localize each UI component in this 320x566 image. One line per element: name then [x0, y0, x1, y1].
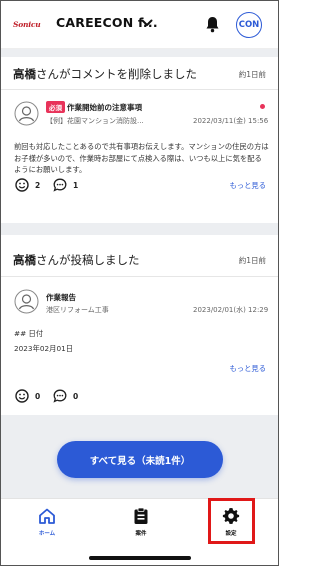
user-icon [14, 101, 39, 126]
comment-count: 1 [73, 180, 79, 190]
unread-dot [260, 104, 265, 109]
comment-icon [53, 389, 67, 403]
nav-cases-label: 案件 [135, 531, 147, 537]
clipboard-icon [134, 507, 148, 524]
home-icon [39, 508, 55, 524]
nav-home-label: ホーム [38, 531, 56, 537]
post-project: 【例】花園マンション消防設... [46, 117, 144, 125]
reaction-button[interactable]: 2 [15, 178, 40, 192]
reaction-count: 2 [35, 180, 41, 190]
actor-name: 高橋 [13, 253, 36, 267]
required-badge: 必須 [46, 101, 65, 113]
nav-home[interactable]: ホーム [17, 507, 77, 537]
feed-card[interactable]: 高橋さんが投稿しました 約1日前 作業報告 港区リフォーム工事 2023/02/… [1, 235, 278, 415]
brand-logo: Sonicu [13, 19, 41, 29]
home-indicator [89, 556, 191, 560]
comment-button[interactable]: 1 [53, 178, 78, 192]
nav-cases[interactable]: 案件 [111, 507, 171, 537]
read-more-link[interactable]: もっと見る [230, 364, 266, 374]
card-headline: 高橋さんが投稿しました [13, 252, 140, 268]
time-ago: 約1日前 [238, 256, 266, 265]
smile-icon [15, 178, 29, 192]
card-headline: 高橋さんがコメントを削除しました [13, 66, 197, 82]
view-all-button[interactable]: すべて見る（未読1件） [57, 441, 223, 478]
post-project: 港区リフォーム工事 [46, 306, 109, 314]
time-ago: 約1日前 [238, 70, 266, 79]
actor-name: 高橋 [13, 67, 36, 81]
post-date: 2023/02/01(水) 12:29 [193, 306, 269, 314]
post-title[interactable]: 作業報告 [46, 292, 76, 303]
reaction-button[interactable]: 0 [15, 389, 40, 403]
post-title[interactable]: 作業開始前の注意事項 [67, 102, 142, 113]
activity-text: さんがコメントを削除しました [36, 67, 197, 81]
user-icon [14, 289, 39, 314]
comment-button[interactable]: 0 [53, 389, 78, 403]
comment-icon [53, 178, 67, 192]
settings-highlight-box [208, 498, 255, 544]
app-header: Sonicu CAREECON f... CON [1, 1, 278, 49]
divider [1, 89, 278, 90]
section-gap [1, 223, 278, 235]
post-body: 前回も対応したことあるので共有事項お伝えします。マンションの住民の方はお子様が多… [14, 142, 269, 174]
reaction-count: 0 [35, 391, 41, 401]
post-date: 2022/03/11(金) 15:56 [193, 117, 269, 125]
post-body-heading: ## 日付 [14, 329, 44, 338]
user-avatar[interactable]: CON [236, 12, 262, 38]
feed-card[interactable]: 高橋さんがコメントを削除しました 約1日前 必須 作業開始前の注意事項 【例】花… [1, 57, 278, 223]
chevron-down-icon[interactable] [141, 18, 153, 28]
smile-icon [15, 389, 29, 403]
comment-count: 0 [73, 391, 79, 401]
activity-text: さんが投稿しました [36, 253, 140, 267]
section-gap [1, 49, 278, 57]
divider [1, 276, 278, 277]
bell-icon[interactable] [205, 16, 220, 33]
post-body-date: 2023年02月01日 [14, 344, 74, 353]
read-more-link[interactable]: もっと見る [230, 181, 266, 191]
